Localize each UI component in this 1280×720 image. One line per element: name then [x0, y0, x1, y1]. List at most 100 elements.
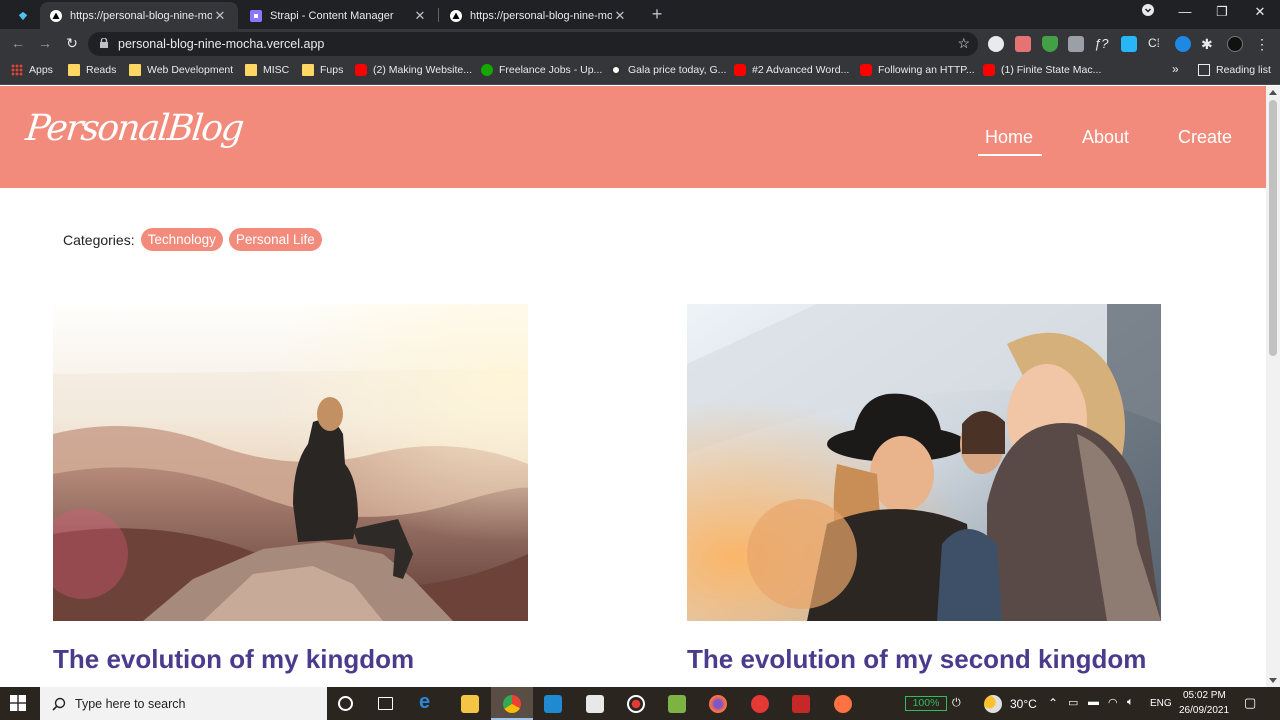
scroll-up-arrow-icon[interactable] — [1269, 90, 1277, 95]
maximize-icon[interactable]: ❐ — [1207, 4, 1237, 20]
nav-home[interactable]: Home — [985, 127, 1033, 148]
post-image-friends[interactable] — [687, 304, 1161, 621]
tab-personal-blog[interactable]: https://personal-blog-nine-mocha.vercel.… — [40, 2, 238, 29]
clock-time[interactable]: 05:02 PM — [1183, 690, 1226, 701]
bookmark-misc[interactable]: MISC — [245, 64, 289, 76]
tray-chevron-icon[interactable]: ⌃ — [1048, 696, 1058, 710]
vercel-triangle-icon — [50, 9, 62, 22]
tab-personal-blog-2[interactable]: https://personal-blog-nine-mocha.vercel.… — [440, 2, 638, 29]
bookmark-following-http[interactable]: Following an HTTP... — [860, 64, 975, 76]
task-view-icon[interactable] — [378, 697, 393, 710]
menu-dots-icon[interactable]: ⋮ — [1255, 36, 1271, 52]
calendar-app-icon[interactable] — [586, 695, 604, 713]
bookmark-star-icon[interactable]: ☆ — [957, 35, 970, 52]
chrome-icon[interactable] — [503, 695, 521, 713]
power-plug-icon: ⏻ — [952, 697, 961, 709]
clock-date[interactable]: 26/09/2021 — [1179, 705, 1229, 716]
font-icon[interactable]: ƒ? — [1094, 36, 1110, 52]
post-title-1[interactable]: The evolution of my kingdom — [53, 644, 414, 675]
scrollbar-thumb[interactable] — [1269, 100, 1277, 356]
extension-pen-icon[interactable] — [1015, 36, 1031, 52]
extension-badge-icon[interactable] — [1175, 36, 1191, 52]
bookmark-freelance-jobs[interactable]: Freelance Jobs - Up... — [481, 64, 602, 76]
volume-icon[interactable]: 🔈︎ — [1127, 696, 1134, 709]
lock-icon — [100, 38, 108, 48]
battery-indicator[interactable]: 100% — [905, 696, 947, 711]
nav-active-underline — [978, 154, 1042, 156]
shield-icon[interactable] — [1042, 36, 1058, 52]
camera-icon[interactable] — [1068, 36, 1084, 52]
site-logo[interactable]: PersonalBlog — [24, 108, 244, 149]
nav-create[interactable]: Create — [1178, 127, 1232, 148]
bookmark-web-development[interactable]: Web Development — [129, 64, 233, 76]
close-icon[interactable]: ✕ — [212, 8, 228, 24]
postman-icon[interactable] — [751, 695, 769, 713]
compass-app-icon[interactable] — [834, 695, 852, 713]
minimize-icon[interactable]: — — [1170, 4, 1200, 19]
more-bookmarks-chevron[interactable]: » — [1172, 62, 1179, 76]
friends-photo — [687, 304, 1161, 621]
scroll-down-arrow-icon[interactable] — [1269, 678, 1277, 683]
back-arrow-icon[interactable]: ← — [9, 35, 27, 51]
page-viewport: PersonalBlog Home About Create Categorie… — [0, 86, 1266, 687]
page-scrollbar[interactable] — [1266, 86, 1280, 687]
close-window-icon[interactable]: ✕ — [1245, 4, 1275, 20]
bookmark-reads[interactable]: Reads — [68, 64, 116, 76]
folder-icon — [302, 64, 314, 76]
close-icon[interactable]: ✕ — [612, 8, 628, 24]
reading-list-button[interactable]: Reading list — [1198, 64, 1271, 76]
cortana-icon[interactable] — [338, 696, 353, 711]
file-explorer-icon[interactable] — [461, 695, 479, 713]
weather-icon[interactable] — [984, 695, 1002, 713]
folder-icon — [245, 64, 257, 76]
filezilla-icon[interactable] — [792, 695, 810, 713]
firefox-icon[interactable] — [709, 695, 727, 713]
bookmarks-bar: Apps Reads Web Development MISC Fups (2)… — [0, 59, 1280, 85]
battery-tray-icon[interactable]: ▬ — [1088, 696, 1099, 708]
bookmark-advanced-word[interactable]: #2 Advanced Word... — [734, 64, 849, 76]
tab-search-icon[interactable] — [8, 2, 38, 29]
forward-arrow-icon[interactable]: → — [36, 35, 54, 51]
post-image-mountain[interactable] — [53, 304, 528, 621]
code-icon[interactable]: C⁞ — [1148, 36, 1164, 52]
folder-icon — [129, 64, 141, 76]
tab-search-dropdown-icon[interactable] — [1133, 4, 1163, 19]
wifi-icon[interactable]: ◠ — [1108, 696, 1118, 709]
youtube-icon — [983, 64, 995, 76]
bookmark-label: Apps — [29, 64, 53, 76]
extension-icon[interactable] — [988, 36, 1004, 52]
notifications-icon[interactable]: ▢ — [1244, 695, 1256, 711]
post-title-2[interactable]: The evolution of my second kingdom — [687, 644, 1146, 675]
weather-temperature[interactable]: 30°C — [1010, 697, 1037, 711]
bookmark-apps[interactable]: Apps — [11, 64, 53, 76]
avatar[interactable] — [1227, 36, 1243, 52]
bookmark-finite-state[interactable]: (1) Finite State Mac... — [983, 64, 1101, 76]
nav-about[interactable]: About — [1082, 127, 1129, 148]
new-tab-plus-icon[interactable]: + — [647, 4, 667, 25]
close-icon[interactable]: ✕ — [412, 8, 428, 24]
edge-icon[interactable]: e — [419, 691, 437, 713]
taskbar-search-box[interactable]: Type here to search — [40, 687, 327, 720]
android-app-icon[interactable] — [668, 695, 686, 713]
puzzle-icon[interactable]: ✱ — [1201, 36, 1217, 52]
category-tag-technology[interactable]: Technology — [140, 228, 223, 251]
bookmark-label: #2 Advanced Word... — [752, 64, 850, 76]
reload-icon[interactable]: ↻ — [63, 35, 81, 52]
gem-icon[interactable] — [1121, 36, 1137, 52]
record-icon[interactable] — [627, 695, 645, 713]
youtube-icon — [355, 64, 367, 76]
youtube-icon — [734, 64, 746, 76]
category-tag-personal-life[interactable]: Personal Life — [228, 228, 322, 251]
bookmark-making-website[interactable]: (2) Making Website... — [355, 64, 472, 76]
bookmark-label: Gala price today, G... — [628, 64, 727, 76]
bookmark-gala-price[interactable]: Gala price today, G... — [610, 64, 726, 76]
upwork-icon — [481, 64, 493, 76]
language-indicator[interactable]: ENG — [1150, 698, 1172, 709]
network-icon[interactable]: ▭ — [1068, 696, 1078, 709]
bookmark-fups[interactable]: Fups — [302, 64, 343, 76]
tab-strapi[interactable]: Strapi - Content Manager ✕ — [240, 2, 438, 29]
vscode-icon[interactable] — [544, 695, 562, 713]
windows-start-icon[interactable] — [10, 695, 26, 711]
bookmark-label: (1) Finite State Mac... — [1001, 64, 1102, 76]
address-bar[interactable]: personal-blog-nine-mocha.vercel.app ☆ — [88, 32, 978, 56]
